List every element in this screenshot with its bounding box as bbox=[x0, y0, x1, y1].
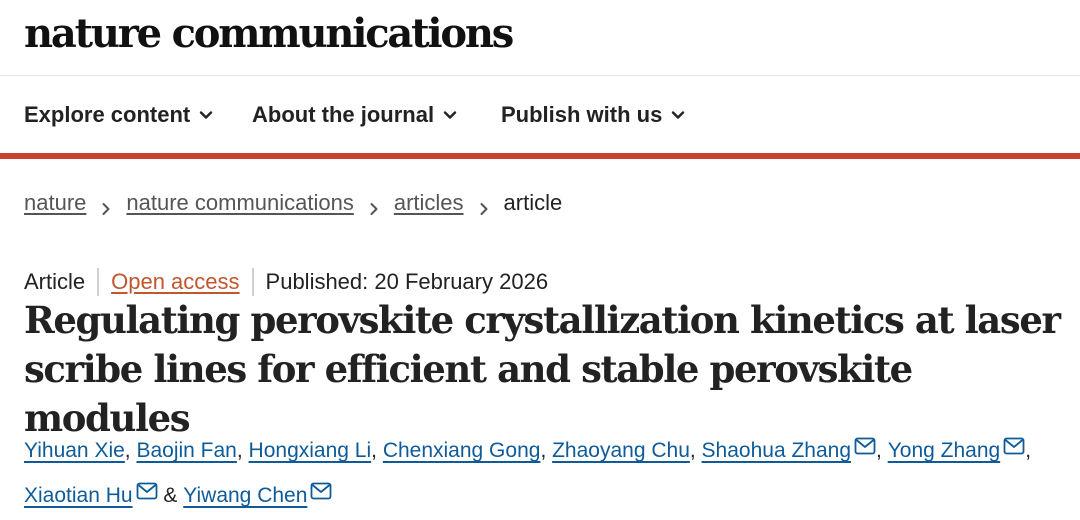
author-item: Zhaoyang Chu, bbox=[552, 439, 701, 462]
author-separator: & bbox=[157, 484, 184, 507]
chevron-down-icon bbox=[442, 107, 458, 123]
envelope-icon[interactable] bbox=[136, 482, 158, 500]
author-item: Shaohua Zhang, bbox=[702, 437, 888, 462]
author-link[interactable]: Yong Zhang bbox=[888, 439, 1001, 462]
author-link[interactable]: Shaohua Zhang bbox=[702, 439, 851, 462]
author-link[interactable]: Yiwang Chen bbox=[183, 484, 307, 507]
nav-label: About the journal bbox=[252, 102, 435, 127]
author-separator: , bbox=[689, 439, 702, 462]
nav-label: Publish with us bbox=[501, 102, 663, 127]
breadcrumb-link-nature-communications[interactable]: nature communications bbox=[126, 190, 353, 216]
chevron-down-icon bbox=[670, 107, 686, 123]
meta-divider bbox=[97, 268, 100, 296]
author-link[interactable]: Xiaotian Hu bbox=[24, 484, 133, 507]
envelope-icon[interactable] bbox=[1003, 437, 1025, 455]
author-link[interactable]: Baojin Fan bbox=[136, 439, 236, 462]
author-list: Yihuan Xie, Baojin Fan, Hongxiang Li, Ch… bbox=[24, 428, 1074, 518]
envelope-icon[interactable] bbox=[310, 482, 332, 500]
chevron-right-icon bbox=[478, 196, 490, 215]
author-separator: , bbox=[1025, 439, 1032, 462]
author-item: Xiaotian Hu & bbox=[24, 482, 184, 507]
author-separator: , bbox=[540, 439, 553, 462]
nav-label: Explore content bbox=[24, 102, 191, 127]
author-item: Yong Zhang, bbox=[888, 437, 1032, 462]
author-item: Chenxiang Gong, bbox=[383, 439, 552, 462]
main-nav: Explore content About the journal Publis… bbox=[0, 76, 1080, 154]
author-separator: , bbox=[124, 439, 137, 462]
author-item: Baojin Fan, bbox=[136, 439, 248, 462]
author-link[interactable]: Chenxiang Gong bbox=[383, 439, 541, 462]
article-title: Regulating perovskite crystallization ki… bbox=[24, 298, 1061, 440]
breadcrumb-link-nature[interactable]: nature bbox=[24, 190, 86, 216]
published-date: Published: 20 February 2026 bbox=[265, 269, 549, 294]
nav-about-journal[interactable]: About the journal bbox=[252, 102, 458, 128]
author-separator: , bbox=[236, 439, 249, 462]
chevron-right-icon bbox=[100, 196, 112, 215]
meta-divider bbox=[251, 268, 254, 296]
breadcrumb: nature nature communications articles ar… bbox=[24, 190, 562, 216]
article-meta: Article Open access Published: 20 Februa… bbox=[24, 268, 548, 296]
author-separator: , bbox=[371, 439, 383, 462]
breadcrumb-link-articles[interactable]: articles bbox=[394, 190, 464, 216]
author-link[interactable]: Zhaoyang Chu bbox=[552, 439, 690, 462]
author-separator: , bbox=[876, 439, 888, 462]
journal-logo[interactable]: nature communications bbox=[24, 10, 514, 57]
author-link[interactable]: Yihuan Xie bbox=[24, 439, 125, 462]
nav-explore-content[interactable]: Explore content bbox=[24, 102, 214, 128]
chevron-right-icon bbox=[368, 196, 380, 215]
accent-bar bbox=[0, 153, 1080, 159]
author-item: Yiwang Chen bbox=[183, 482, 332, 507]
envelope-icon[interactable] bbox=[854, 437, 876, 455]
breadcrumb-current: article bbox=[503, 190, 563, 215]
masthead: nature communications bbox=[0, 0, 1080, 76]
chevron-down-icon bbox=[198, 107, 214, 123]
author-link[interactable]: Hongxiang Li bbox=[249, 439, 372, 462]
author-item: Yihuan Xie, bbox=[24, 439, 136, 462]
article-type: Article bbox=[24, 269, 86, 294]
open-access-link[interactable]: Open access bbox=[111, 269, 239, 295]
nav-publish-with-us[interactable]: Publish with us bbox=[501, 102, 686, 128]
author-item: Hongxiang Li, bbox=[249, 439, 383, 462]
